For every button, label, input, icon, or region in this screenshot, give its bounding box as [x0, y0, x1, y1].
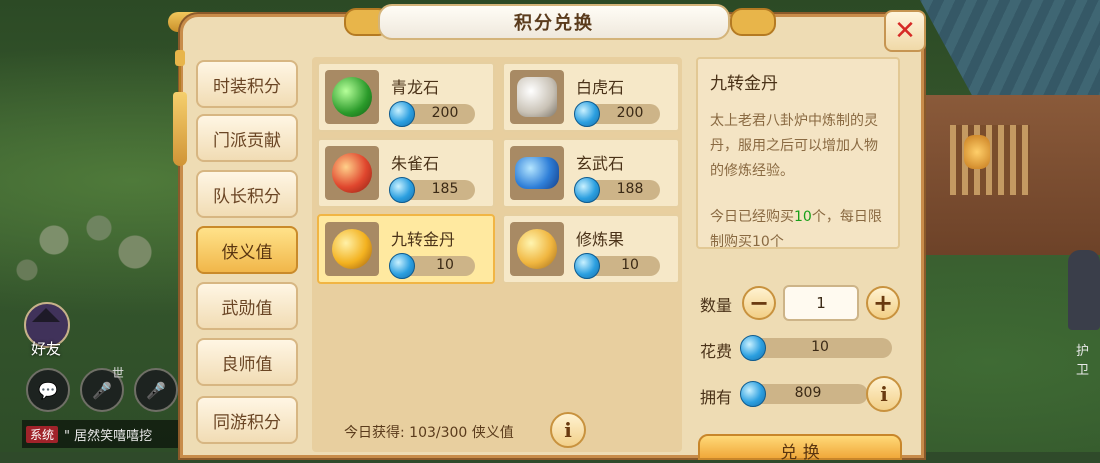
item-detail-panel: 九转金丹 太上老君八卦炉中炼制的灵丹，服用之后可以增加人物的修炼经验。 今日已经…: [696, 57, 900, 249]
detail-limit: 今日已经购买10个，每日限制购买10个: [710, 209, 882, 249]
item-slot[interactable]: 修炼果 10: [502, 214, 680, 284]
info-icon: i: [880, 382, 888, 406]
tab-fashion-points[interactable]: 时装积分: [196, 60, 298, 108]
purchased-count: 10: [794, 209, 812, 225]
item-name: 九转金丹: [391, 230, 456, 249]
item-slot[interactable]: 白虎石 200: [502, 62, 680, 132]
item-slot-selected[interactable]: 九转金丹 10: [317, 214, 495, 284]
tab-captain-points[interactable]: 队长积分: [196, 170, 298, 218]
today-earned: 今日获得: 103/300 侠义值: [344, 422, 514, 442]
info-icon: i: [564, 418, 572, 442]
minus-icon: −: [748, 289, 770, 317]
tab-label: 门派贡献: [213, 130, 281, 151]
close-button[interactable]: ✕: [884, 10, 926, 52]
close-icon: ✕: [894, 16, 916, 46]
owned-label: 拥有: [700, 388, 733, 407]
item-slot[interactable]: 玄武石 188: [502, 138, 680, 208]
item-price: 200: [574, 101, 660, 127]
item-price: 10: [389, 253, 475, 279]
quantity-label: 数量: [700, 296, 733, 315]
today-unit: 侠义值: [471, 425, 514, 441]
cultivation-fruit-icon: [510, 222, 564, 276]
friends-label: 好友: [31, 340, 62, 358]
item-price: 188: [574, 177, 660, 203]
currency-gem-icon: [574, 253, 600, 279]
tab-sect-contribution[interactable]: 门派贡献: [196, 114, 298, 162]
cost-label: 花费: [700, 342, 733, 361]
today-label: 今日获得:: [344, 425, 405, 441]
tab-mentor[interactable]: 良师值: [196, 338, 298, 386]
item-slot[interactable]: 朱雀石 185: [317, 138, 495, 208]
item-price: 185: [389, 177, 475, 203]
today-value: 103/300: [409, 425, 468, 441]
dialog-title: 积分兑换: [514, 13, 594, 34]
chat-button[interactable]: 💬: [26, 368, 70, 412]
currency-gem-icon: [740, 335, 766, 361]
world-channel-label: 世: [112, 366, 125, 380]
quantity-input[interactable]: 1: [783, 285, 859, 321]
microphone-icon: 🎤: [146, 380, 166, 400]
currency-gem-icon: [574, 177, 600, 203]
lantern-icon: [964, 135, 990, 169]
tassel-ornament: [172, 36, 188, 166]
decrease-button[interactable]: −: [742, 286, 776, 320]
tab-companion-points[interactable]: 同游积分: [196, 396, 298, 444]
currency-gem-icon: [389, 177, 415, 203]
info-button[interactable]: i: [550, 412, 586, 448]
item-name: 朱雀石: [391, 154, 440, 173]
plus-icon: +: [872, 289, 894, 317]
dialog-title-banner: 积分兑换: [378, 4, 730, 40]
green-dragon-stone-icon: [325, 70, 379, 124]
tab-label: 时装积分: [213, 76, 281, 97]
tab-chivalry[interactable]: 侠义值: [196, 226, 298, 274]
rock-cluster: [0, 180, 180, 300]
currency-gem-icon: [574, 101, 600, 127]
golden-pill-icon: [325, 222, 379, 276]
owned-info-button[interactable]: i: [866, 376, 902, 412]
currency-gem-icon: [389, 101, 415, 127]
cost-value: 10: [740, 335, 892, 361]
item-price: 200: [389, 101, 475, 127]
scroll-ornament-right: [730, 8, 776, 36]
chat-message[interactable]: 系统 " 居然笑嘻嘻挖: [22, 420, 186, 448]
detail-description: 太上老君八卦炉中炼制的灵丹，服用之后可以增加人物的修炼经验。: [710, 113, 878, 179]
detail-title: 九转金丹: [710, 74, 778, 94]
item-name: 玄武石: [576, 154, 625, 173]
tab-label: 武勋值: [221, 298, 273, 319]
system-tag: 系统: [26, 425, 59, 443]
tab-label: 队长积分: [213, 186, 281, 207]
exchange-button[interactable]: 兑 换: [698, 434, 902, 463]
microphone-icon: 🎤: [92, 380, 112, 400]
item-name: 修炼果: [576, 230, 625, 249]
increase-button[interactable]: +: [866, 286, 900, 320]
currency-gem-icon: [740, 381, 766, 407]
tab-merit[interactable]: 武勋值: [196, 282, 298, 330]
npc-character[interactable]: [1068, 250, 1100, 330]
npc-name: 护卫: [1076, 344, 1090, 378]
tab-label: 侠义值: [221, 242, 273, 263]
chat-text: " 居然笑嘻嘻挖: [64, 428, 153, 444]
item-name: 青龙石: [391, 78, 440, 97]
black-tortoise-stone-icon: [510, 146, 564, 200]
building-wall: [920, 95, 1100, 255]
item-name: 白虎石: [576, 78, 625, 97]
vermilion-bird-stone-icon: [325, 146, 379, 200]
team-voice-button[interactable]: 🎤: [134, 368, 178, 412]
item-price: 10: [574, 253, 660, 279]
friends-button[interactable]: 好友: [22, 302, 72, 358]
white-tiger-stone-icon: [510, 70, 564, 124]
owned-value: 809: [740, 381, 868, 407]
tab-label: 良师值: [221, 354, 273, 375]
currency-gem-icon: [389, 253, 415, 279]
tab-label: 同游积分: [213, 412, 281, 433]
chat-bubble-icon: 💬: [38, 380, 58, 400]
item-slot[interactable]: 青龙石 200: [317, 62, 495, 132]
